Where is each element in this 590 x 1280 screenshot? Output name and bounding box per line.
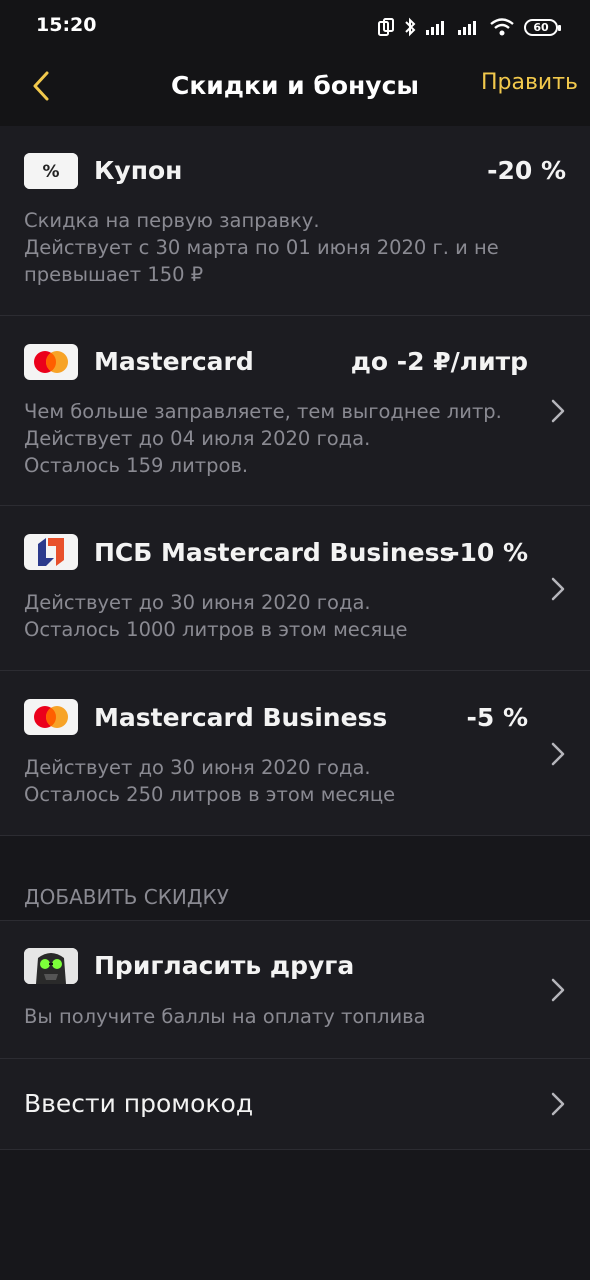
wifi-icon [490, 18, 514, 36]
mastercard-icon [24, 699, 78, 735]
description-line: Осталось 159 литров. [24, 454, 249, 477]
signal-icon [458, 21, 476, 35]
discount-value: до -2 ₽/литр [350, 347, 528, 376]
description-line: Действует до 04 июля 2020 года. [24, 427, 371, 450]
enter-promocode-item[interactable]: Ввести промокод [0, 1059, 590, 1150]
chevron-right-icon [551, 1092, 565, 1116]
description-line: Действует до 30 июня 2020 года. [24, 756, 371, 779]
chevron-right-icon [551, 399, 565, 423]
enter-promocode-title: Ввести промокод [24, 1089, 254, 1118]
invite-friend-title: Пригласить друга [94, 951, 355, 980]
discount-value: -20 % [487, 156, 566, 185]
battery-icon: 60 [524, 18, 561, 36]
svg-text:%: % [42, 162, 59, 182]
discount-description: Чем больше заправляете, тем выгоднее лит… [24, 398, 502, 479]
coupon-percent-icon: % [24, 153, 78, 189]
discount-value: -5 % [466, 703, 528, 732]
add-discount-section-header: ДОБАВИТЬ СКИДКУ [0, 836, 590, 921]
description-line: Скидка на первую заправку. [24, 209, 320, 232]
discount-title: Mastercard Business [94, 703, 388, 732]
invite-friend-avatar-icon [24, 948, 78, 984]
discount-card-mastercard[interactable]: Mastercard до -2 ₽/литр Чем больше запра… [0, 316, 590, 506]
section-title: ДОБАВИТЬ СКИДКУ [24, 885, 229, 909]
edit-button[interactable]: Править [481, 70, 578, 95]
description-line: Действует до 30 июня 2020 года. [24, 591, 371, 614]
description-line: превышает 150 ₽ [24, 263, 204, 286]
status-time: 15:20 [36, 14, 97, 36]
discount-card-mastercard-business[interactable]: Mastercard Business -5 % Действует до 30… [0, 671, 590, 836]
discount-list: % Купон -20 % Скидка на первую заправку.… [0, 126, 590, 836]
description-line: Осталось 250 литров в этом месяце [24, 783, 396, 806]
discount-title: ПСБ Mastercard Business [94, 538, 455, 567]
chevron-right-icon [551, 978, 565, 1002]
chevron-right-icon [551, 742, 565, 766]
discount-description: Действует до 30 июня 2020 года. Осталось… [24, 589, 408, 643]
battery-level: 60 [533, 20, 549, 34]
bluetooth-icon [405, 17, 416, 37]
screen-rotate-icon [378, 18, 394, 36]
discount-value: -10 % [449, 538, 528, 567]
description-line: Чем больше заправляете, тем выгоднее лит… [24, 400, 502, 423]
discount-card-psb[interactable]: ПСБ Mastercard Business -10 % Действует … [0, 506, 590, 671]
signal-icon [426, 21, 444, 35]
chevron-right-icon [551, 577, 565, 601]
description-line: Осталось 1000 литров в этом месяце [24, 618, 408, 641]
discount-title: Купон [94, 156, 183, 185]
invite-friend-description: Вы получите баллы на оплату топлива [24, 1005, 426, 1028]
description-line: Действует с 30 марта по 01 июня 2020 г. … [24, 236, 499, 259]
discount-card-coupon[interactable]: % Купон -20 % Скидка на первую заправку.… [0, 126, 590, 316]
invite-friend-item[interactable]: Пригласить друга Вы получите баллы на оп… [0, 921, 590, 1059]
nav-bar: Скидки и бонусы Править [0, 52, 590, 126]
psb-logo-icon [24, 534, 78, 570]
discount-title: Mastercard [94, 347, 254, 376]
status-icons: 60 [378, 14, 561, 40]
mastercard-icon [24, 344, 78, 380]
back-arrow-icon[interactable] [30, 70, 60, 102]
discount-description: Действует до 30 июня 2020 года. Осталось… [24, 754, 395, 808]
status-bar: 15:20 60 [0, 0, 590, 52]
discount-description: Скидка на первую заправку. Действует с 3… [24, 207, 499, 288]
